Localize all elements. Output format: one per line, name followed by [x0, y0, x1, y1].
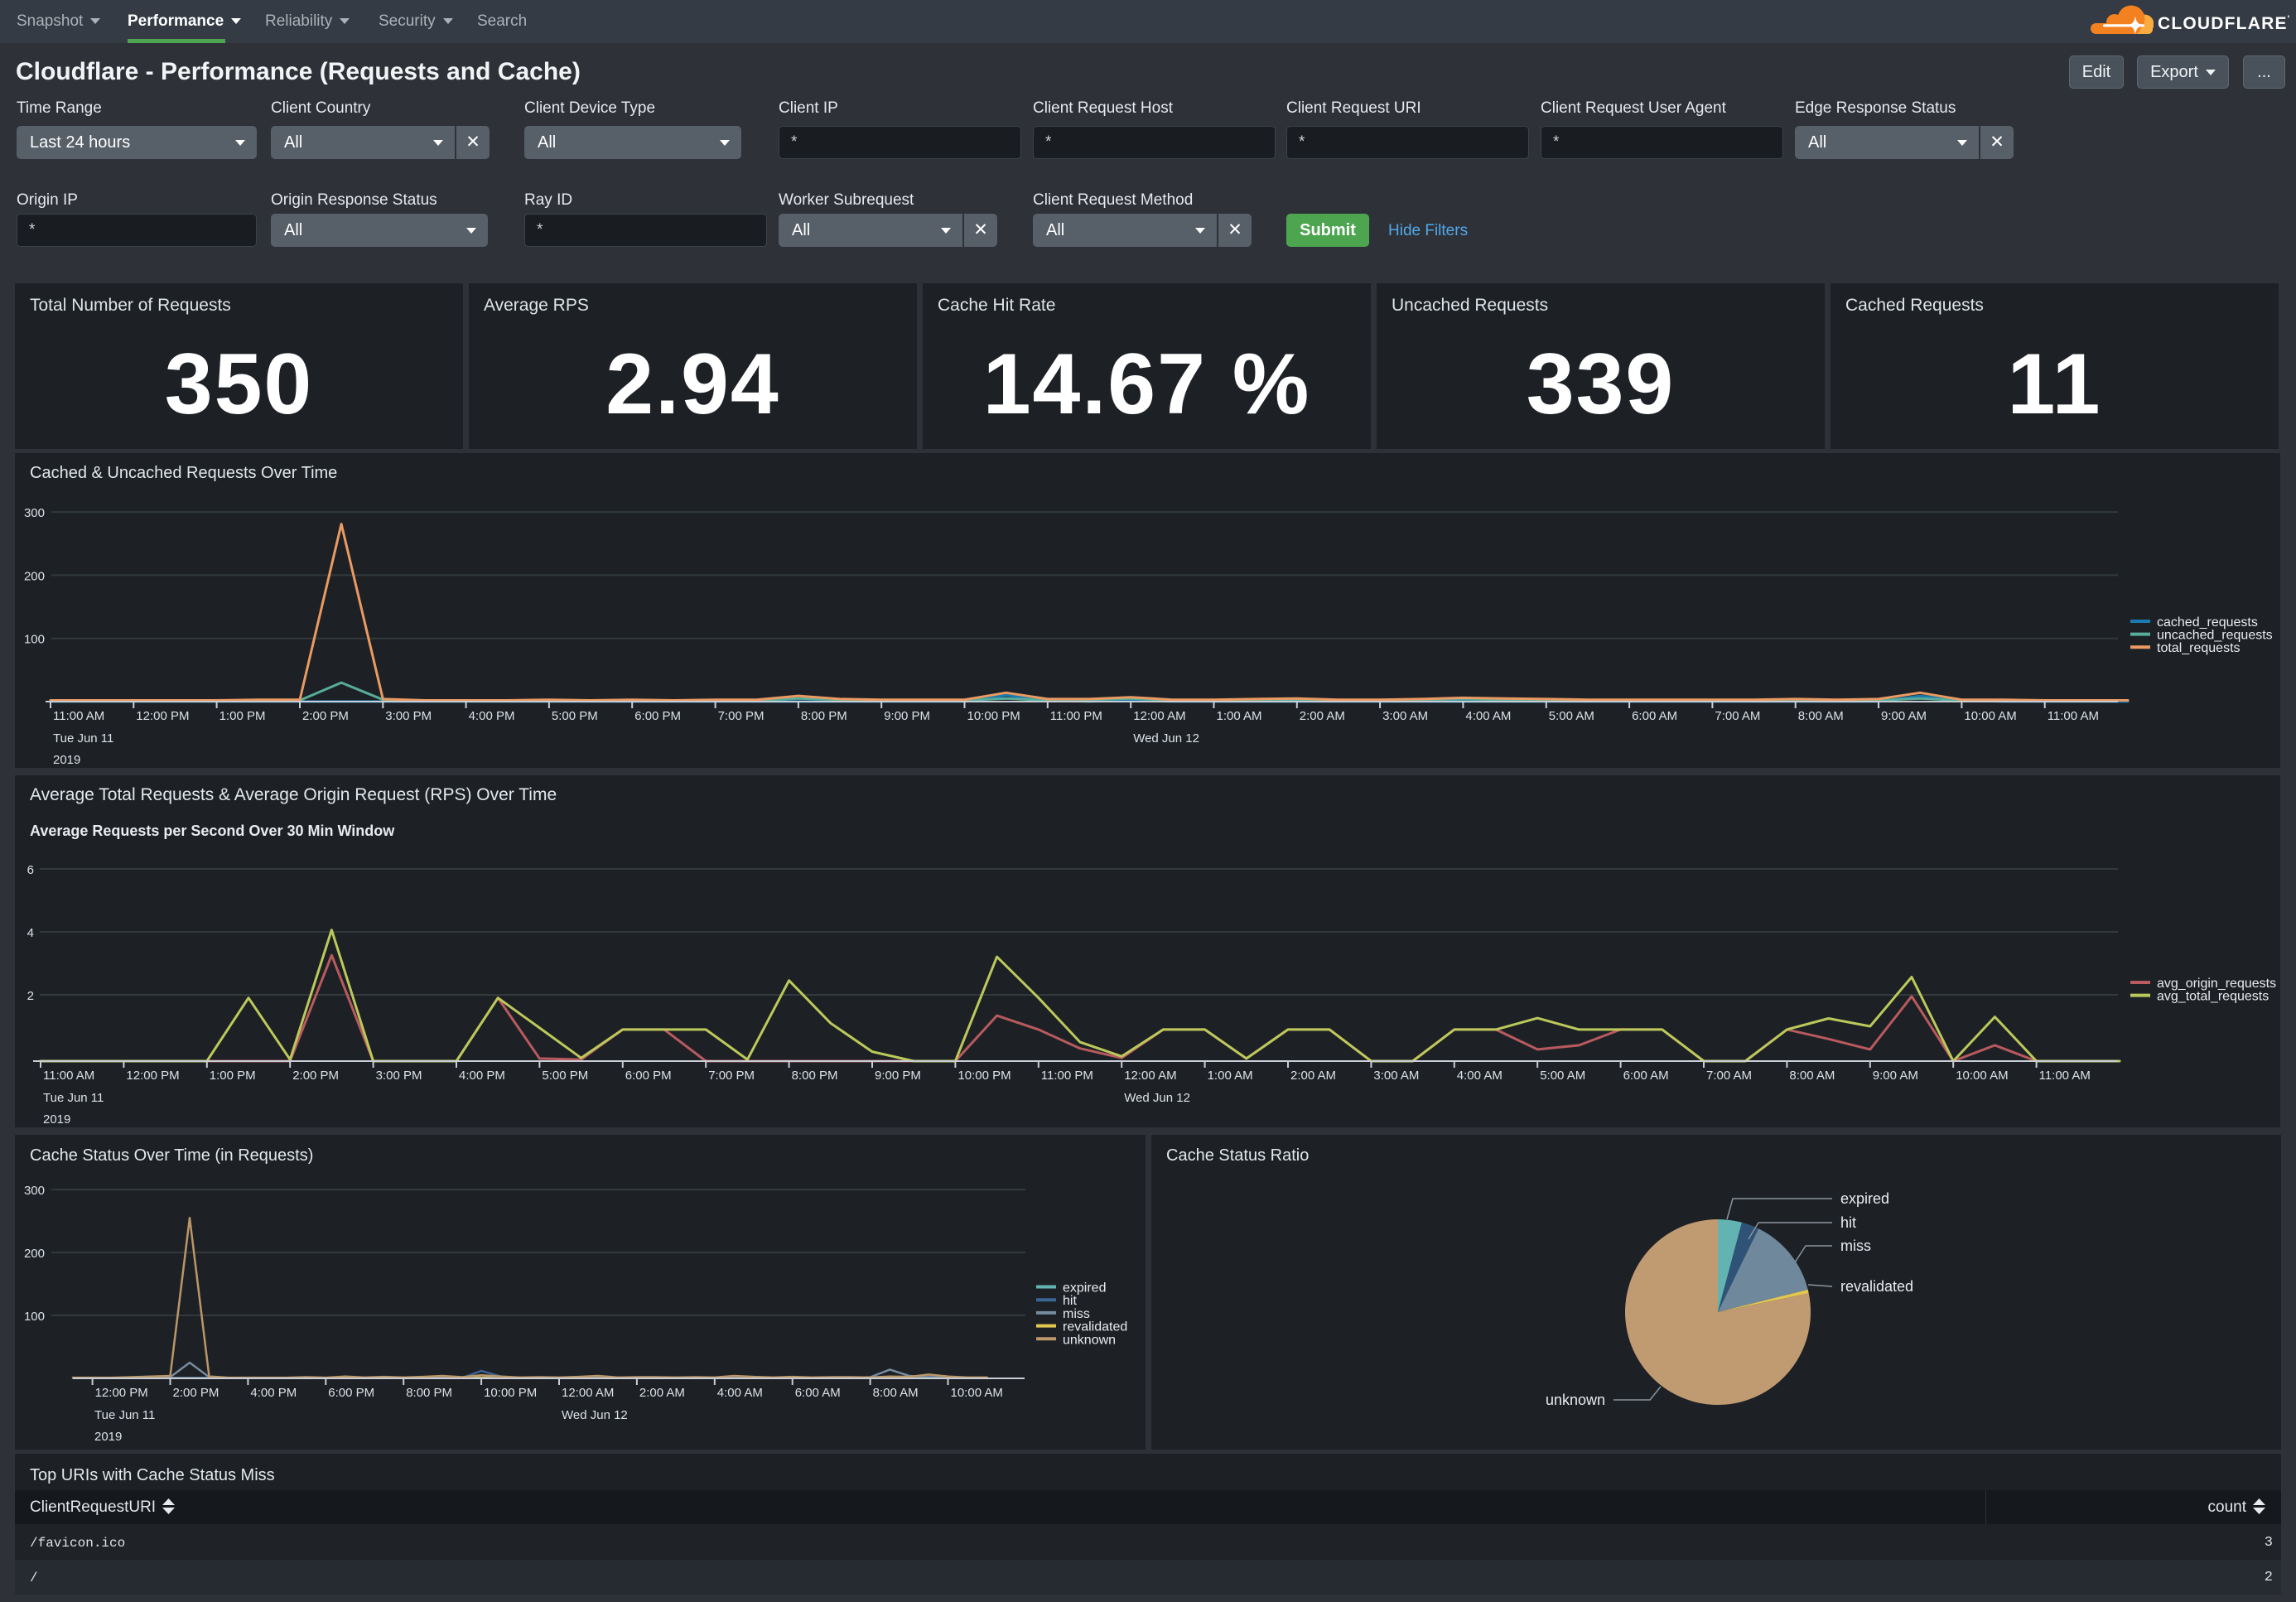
svg-text:avg_origin_requests: avg_origin_requests: [2157, 977, 2276, 991]
svg-text:expired: expired: [1840, 1190, 1889, 1207]
svg-text:Tue Jun 11: Tue Jun 11: [94, 1408, 155, 1422]
svg-text:2: 2: [27, 989, 34, 1003]
svg-text:10:00 AM: 10:00 AM: [1964, 709, 2016, 723]
svg-text:2:00 AM: 2:00 AM: [1300, 709, 1345, 723]
svg-text:6:00 AM: 6:00 AM: [1632, 709, 1677, 723]
svg-text:300: 300: [24, 506, 45, 520]
svg-text:2019: 2019: [94, 1430, 122, 1444]
svg-text:11:00 PM: 11:00 PM: [1050, 709, 1102, 723]
svg-text:100: 100: [24, 1310, 45, 1324]
svg-text:2:00 AM: 2:00 AM: [639, 1386, 685, 1400]
svg-text:8:00 PM: 8:00 PM: [406, 1386, 452, 1400]
svg-text:8:00 PM: 8:00 PM: [801, 709, 847, 723]
svg-text:12:00 PM: 12:00 PM: [126, 1069, 179, 1083]
svg-text:10:00 AM: 10:00 AM: [951, 1386, 1003, 1400]
svg-text:8:00 AM: 8:00 AM: [873, 1386, 919, 1400]
svg-text:10:00 PM: 10:00 PM: [967, 709, 1020, 723]
svg-text:5:00 PM: 5:00 PM: [552, 709, 598, 723]
svg-text:3:00 PM: 3:00 PM: [385, 709, 432, 723]
svg-text:2:00 AM: 2:00 AM: [1290, 1069, 1336, 1083]
svg-text:9:00 AM: 9:00 AM: [1873, 1069, 1918, 1083]
svg-text:7:00 PM: 7:00 PM: [718, 709, 765, 723]
svg-text:3:00 AM: 3:00 AM: [1373, 1069, 1419, 1083]
svg-text:unknown: unknown: [1546, 1392, 1605, 1408]
svg-text:1:00 PM: 1:00 PM: [210, 1069, 256, 1083]
svg-text:5:00 AM: 5:00 AM: [1549, 709, 1594, 723]
svg-text:4:00 AM: 4:00 AM: [1465, 709, 1511, 723]
svg-text:3:00 PM: 3:00 PM: [376, 1069, 422, 1083]
svg-text:expired: expired: [1063, 1281, 1106, 1296]
svg-text:1:00 AM: 1:00 AM: [1217, 709, 1262, 723]
svg-text:9:00 PM: 9:00 PM: [875, 1069, 921, 1083]
svg-text:miss: miss: [1840, 1238, 1871, 1254]
svg-text:2019: 2019: [43, 1112, 70, 1127]
svg-text:6:00 PM: 6:00 PM: [328, 1386, 374, 1400]
svg-text:10:00 PM: 10:00 PM: [484, 1386, 537, 1400]
svg-text:Tue Jun 11: Tue Jun 11: [53, 731, 113, 746]
svg-text:5:00 PM: 5:00 PM: [542, 1069, 588, 1083]
svg-text:1:00 PM: 1:00 PM: [219, 709, 266, 723]
svg-text:hit: hit: [1063, 1294, 1077, 1308]
svg-text:12:00 AM: 12:00 AM: [562, 1386, 614, 1400]
svg-text:7:00 AM: 7:00 AM: [1706, 1069, 1752, 1083]
svg-text:2:00 PM: 2:00 PM: [302, 709, 349, 723]
svg-text:3:00 AM: 3:00 AM: [1382, 709, 1428, 723]
svg-text:hit: hit: [1840, 1214, 1856, 1231]
svg-text:4: 4: [27, 926, 34, 940]
svg-text:8:00 AM: 8:00 AM: [1798, 709, 1844, 723]
svg-text:11:00 PM: 11:00 PM: [1041, 1069, 1093, 1083]
svg-text:7:00 AM: 7:00 AM: [1715, 709, 1760, 723]
svg-text:cached_requests: cached_requests: [2157, 615, 2258, 630]
svg-text:10:00 PM: 10:00 PM: [957, 1069, 1011, 1083]
svg-text:200: 200: [24, 569, 45, 583]
svg-text:8:00 PM: 8:00 PM: [792, 1069, 838, 1083]
svg-text:6:00 PM: 6:00 PM: [634, 709, 681, 723]
svg-text:12:00 AM: 12:00 AM: [1124, 1069, 1176, 1083]
svg-text:Wed Jun 12: Wed Jun 12: [1133, 731, 1199, 746]
svg-text:9:00 PM: 9:00 PM: [884, 709, 930, 723]
svg-text:12:00 PM: 12:00 PM: [95, 1386, 148, 1400]
svg-text:11:00 AM: 11:00 AM: [2048, 709, 2099, 723]
svg-text:Tue Jun 11: Tue Jun 11: [43, 1091, 104, 1105]
svg-text:uncached_requests: uncached_requests: [2157, 629, 2273, 643]
svg-text:Wed Jun 12: Wed Jun 12: [562, 1408, 628, 1422]
svg-text:4:00 PM: 4:00 PM: [250, 1386, 297, 1400]
svg-text:6:00 AM: 6:00 AM: [1623, 1069, 1669, 1083]
svg-text:9:00 AM: 9:00 AM: [1881, 709, 1927, 723]
svg-text:4:00 PM: 4:00 PM: [469, 709, 515, 723]
svg-text:1:00 AM: 1:00 AM: [1208, 1069, 1253, 1083]
svg-text:4:00 AM: 4:00 AM: [1457, 1069, 1503, 1083]
svg-text:12:00 PM: 12:00 PM: [136, 709, 189, 723]
svg-text:6: 6: [27, 863, 34, 877]
svg-text:2019: 2019: [53, 753, 80, 767]
svg-text:2:00 PM: 2:00 PM: [173, 1386, 219, 1400]
svg-text:10:00 AM: 10:00 AM: [1956, 1069, 2008, 1083]
svg-text:200: 200: [24, 1247, 45, 1261]
svg-text:100: 100: [24, 633, 45, 647]
svg-text:avg_total_requests: avg_total_requests: [2157, 990, 2269, 1004]
svg-text:unknown: unknown: [1063, 1333, 1116, 1347]
svg-text:4:00 PM: 4:00 PM: [459, 1069, 505, 1083]
svg-text:11:00 AM: 11:00 AM: [2039, 1069, 2091, 1083]
svg-text:6:00 AM: 6:00 AM: [795, 1386, 841, 1400]
svg-text:8:00 AM: 8:00 AM: [1789, 1069, 1835, 1083]
svg-text:Wed Jun 12: Wed Jun 12: [1124, 1091, 1190, 1105]
svg-text:11:00 AM: 11:00 AM: [43, 1069, 94, 1083]
svg-text:300: 300: [24, 1184, 45, 1198]
svg-text:6:00 PM: 6:00 PM: [625, 1069, 672, 1083]
svg-text:12:00 AM: 12:00 AM: [1133, 709, 1185, 723]
svg-text:5:00 AM: 5:00 AM: [1540, 1069, 1585, 1083]
svg-text:revalidated: revalidated: [1063, 1320, 1127, 1334]
svg-text:2:00 PM: 2:00 PM: [292, 1069, 339, 1083]
svg-text:total_requests: total_requests: [2157, 641, 2241, 655]
svg-text:11:00 AM: 11:00 AM: [53, 709, 104, 723]
svg-text:7:00 PM: 7:00 PM: [708, 1069, 755, 1083]
svg-text:revalidated: revalidated: [1840, 1278, 1913, 1295]
svg-text:miss: miss: [1063, 1307, 1090, 1321]
svg-text:4:00 AM: 4:00 AM: [717, 1386, 763, 1400]
